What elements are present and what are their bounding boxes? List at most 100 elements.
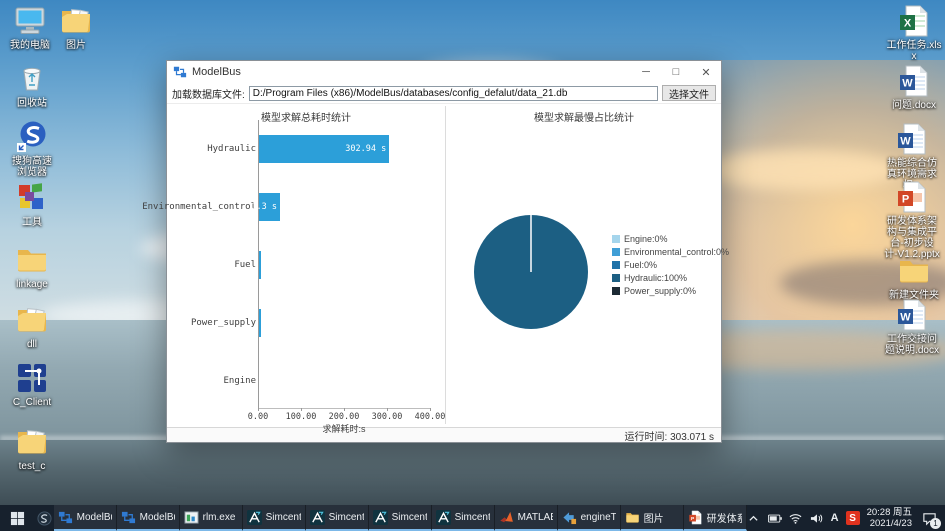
battery-icon[interactable] <box>768 511 782 525</box>
bar-row: Hydraulic 302.94 s <box>167 120 445 178</box>
choose-file-button[interactable]: 选择文件 <box>662 85 716 101</box>
taskbar-item-label: 图片 <box>644 510 664 525</box>
bar[interactable] <box>259 251 261 279</box>
bar-category-label: Hydraulic <box>207 120 256 178</box>
file-path-input[interactable] <box>249 86 658 101</box>
word-icon: W <box>895 298 929 332</box>
desktop-icon-label: dll <box>8 339 56 350</box>
desktop-icon-label: 图片 <box>52 40 100 51</box>
legend-label: Environmental_control:0% <box>624 247 729 257</box>
computer-icon <box>13 4 47 38</box>
desktop-icon-label: linkage <box>8 279 56 290</box>
taskbar-item-simcent-[interactable]: Simcent... <box>432 505 495 531</box>
input-method-indicator[interactable]: A <box>831 512 839 524</box>
pie-legend: Engine:0% Environmental_control:0%Fuel:0%… <box>612 232 729 297</box>
taskbar-item-label: engineT... <box>581 512 616 523</box>
folder-docs-icon <box>59 4 93 38</box>
window-title: ModelBus <box>192 66 241 78</box>
wifi-icon[interactable] <box>789 511 803 525</box>
matlab-icon <box>499 510 514 525</box>
desktop-icon-label: test_c <box>8 461 56 472</box>
taskbar-item-modelbus[interactable]: ModelBus <box>117 505 180 531</box>
desktop-icon[interactable]: 回收站 <box>8 62 56 109</box>
engine-icon <box>562 510 577 525</box>
svg-text:W: W <box>900 312 911 324</box>
word-icon: W <box>895 122 929 156</box>
action-center-icon[interactable]: 1 <box>919 508 939 528</box>
desktop-icon[interactable]: 新建文件夹 <box>886 254 942 301</box>
legend-label: Hydraulic:100% <box>624 273 687 283</box>
taskbar-item-modelbus[interactable]: ModelBus <box>54 505 117 531</box>
legend-item: Power_supply:0% <box>612 284 729 297</box>
desktop-icon[interactable]: dll <box>8 303 56 350</box>
desktop-icon[interactable]: 搜狗高速浏览器 <box>8 120 56 178</box>
legend-item: Fuel:0% <box>612 258 729 271</box>
x-tick-label: 200.00 <box>329 412 360 422</box>
desktop-icon-label: 问题.docx <box>886 100 942 111</box>
legend-item: Engine:0% <box>612 232 729 245</box>
desktop-icon[interactable]: 我的电脑 <box>6 4 54 51</box>
volume-icon[interactable] <box>810 511 824 525</box>
desktop-icon[interactable]: C_Client <box>8 361 56 408</box>
x-tick-label: 0.00 <box>248 412 268 422</box>
background-beach <box>0 440 945 505</box>
sogou-input-icon[interactable]: S <box>846 511 860 525</box>
taskbar-item-simcent-[interactable]: Simcent... <box>306 505 369 531</box>
start-button[interactable] <box>0 505 36 531</box>
taskbar-item-matlab-[interactable]: MATLAB... <box>495 505 558 531</box>
taskbar-item-rlm-exe[interactable]: rlm.exe <box>180 505 243 531</box>
desktop-icon[interactable]: W 问题.docx <box>886 64 942 111</box>
bar[interactable] <box>259 309 261 337</box>
taskbar-item--[interactable]: 图片 <box>621 505 684 531</box>
desktop-icon[interactable]: linkage <box>8 243 56 290</box>
simcenter-icon <box>373 510 388 525</box>
clock[interactable]: 20:28 周五 2021/4/23 <box>867 507 912 529</box>
bar-row: Engine <box>167 352 445 410</box>
desktop: 我的电脑图片回收站搜狗高速浏览器工具linkagedllC_Clienttest… <box>0 0 945 531</box>
bar-chart: 模型求解总耗时统计 Hydraulic302.94 sEnvironmental… <box>167 104 445 427</box>
legend-swatch <box>612 248 620 256</box>
search-icon[interactable] <box>36 505 54 531</box>
svg-text:W: W <box>902 78 913 90</box>
taskbar-item-enginet-[interactable]: engineT... <box>558 505 621 531</box>
taskbar-item--[interactable]: P研发体系... <box>684 505 747 531</box>
taskbar-item-label: ModelBus <box>140 512 175 523</box>
simcenter-icon <box>247 510 262 525</box>
taskbar-item-label: rlm.exe <box>203 512 236 523</box>
taskbar-item-label: Simcent... <box>266 512 301 523</box>
tray-chevron-up-icon[interactable] <box>747 511 761 525</box>
desktop-icon[interactable]: X工作任务.xlsx <box>886 4 942 62</box>
window-titlebar[interactable]: ModelBus ─ □ ✕ <box>167 61 721 83</box>
bar-category-label: Engine <box>223 352 256 410</box>
bar-value-label: 1.3 s <box>251 202 280 212</box>
excel-icon: X <box>897 4 931 38</box>
bar-category-label: Power_supply <box>191 294 256 352</box>
taskbar-item-simcent-[interactable]: Simcent... <box>243 505 306 531</box>
legend-label: Power_supply:0% <box>624 286 696 296</box>
bar[interactable]: 302.94 s <box>259 135 389 163</box>
legend-item: Environmental_control:0% <box>612 245 729 258</box>
desktop-icon[interactable]: W工作交接问题说明.docx <box>884 298 940 356</box>
bar[interactable]: 1.3 s <box>259 193 280 221</box>
x-tick-label: 100.00 <box>286 412 317 422</box>
folder-docs-icon <box>15 425 49 459</box>
runtime-status: 运行时间: 303.071 s <box>625 428 714 443</box>
close-button[interactable]: ✕ <box>691 61 721 83</box>
ppt-icon: P <box>895 180 929 214</box>
maximize-button[interactable]: □ <box>661 61 691 83</box>
desktop-icon[interactable]: 工具 <box>8 181 56 228</box>
browser-icon <box>15 120 49 154</box>
pie-chart: 模型求解最慢占比统计 Engine:0%Environmental_contro… <box>446 104 722 427</box>
desktop-icon[interactable]: test_c <box>8 425 56 472</box>
desktop-icon[interactable]: P研发体系架构与集成平台-初步设计-V1.2.pptx <box>884 180 940 260</box>
cloud <box>700 150 900 190</box>
recycle-icon <box>15 62 49 96</box>
desktop-icon-label: C_Client <box>8 397 56 408</box>
taskbar-item-simcent-[interactable]: Simcent... <box>369 505 432 531</box>
bar-value-label: 302.94 s <box>345 144 389 154</box>
x-tick <box>430 408 431 411</box>
minimize-button[interactable]: ─ <box>631 61 661 83</box>
desktop-icon[interactable]: 图片 <box>52 4 100 51</box>
charts-area: 模型求解总耗时统计 Hydraulic302.94 sEnvironmental… <box>167 104 721 427</box>
simcenter-icon <box>436 510 451 525</box>
